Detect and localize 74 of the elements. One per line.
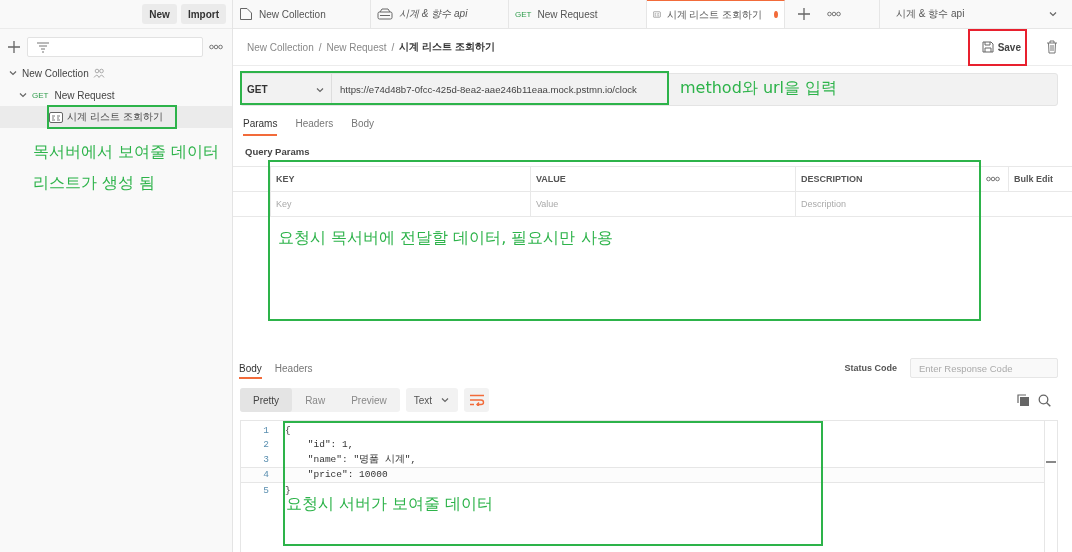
environment-label: 시계 & 향수 api [896, 7, 965, 21]
column-header: VALUE [530, 166, 796, 192]
filter-field[interactable] [27, 37, 203, 57]
item-label: New Collection [22, 67, 89, 79]
tab-label: 시계 & 향수 api [399, 7, 468, 21]
response-tab[interactable]: Headers [274, 362, 313, 374]
breadcrumb-link[interactable]: New Request [326, 41, 387, 53]
request-tab[interactable]: Params [243, 118, 278, 136]
breadcrumb-separator: / [318, 41, 322, 53]
more-icon[interactable] [986, 176, 1000, 182]
request-tab[interactable]: Body [351, 118, 375, 134]
chevron-down-icon[interactable] [1048, 9, 1058, 19]
wrap-button[interactable] [464, 388, 490, 412]
code-line: } [285, 484, 291, 496]
chevron-down-icon[interactable] [8, 68, 18, 78]
environment-dropdown[interactable]: 시계 & 향수 api [880, 0, 1072, 28]
more-icon[interactable] [827, 11, 841, 17]
method-label: GET [32, 90, 49, 100]
tab-label: New Request [537, 8, 598, 20]
plus-icon[interactable] [7, 40, 21, 54]
status-code-label: Status Code [844, 363, 897, 373]
import-button[interactable]: Import [180, 4, 226, 24]
tree-item[interactable]: New Collection [0, 62, 232, 84]
scrollbar[interactable] [1044, 421, 1057, 552]
search-icon[interactable] [1038, 393, 1051, 407]
annotation-note: 요청시 목서버에 전달할 데이터, 필요시만 사용 [278, 228, 613, 249]
line-number: 5 [262, 484, 270, 496]
save-icon [981, 41, 994, 53]
view-button[interactable]: Pretty [240, 388, 293, 412]
bulk-edit-button[interactable]: Bulk Edit [1008, 166, 1072, 192]
annotation-note: 리스트가 생성 됨 [33, 173, 156, 194]
code-line: "id": 1, [306, 439, 354, 451]
column-header: KEY [270, 166, 531, 192]
response-tab[interactable]: Body [239, 362, 262, 379]
wrap-lines-icon [468, 394, 485, 406]
new-button[interactable]: New [142, 4, 177, 24]
unsaved-dot [774, 11, 778, 18]
line-number: 3 [262, 453, 270, 465]
tree-item[interactable]: 시계 리스트 조회하기 [0, 106, 232, 128]
breadcrumb-link[interactable]: New Collection [247, 41, 314, 53]
tab-label: New Collection [259, 8, 326, 20]
breadcrumb-current: 시계 리스트 조회하기 [399, 40, 495, 54]
code-line: "price": 10000 [306, 469, 388, 481]
editor-tab[interactable]: 시계 리스트 조회하기 [647, 0, 785, 28]
breadcrumb-separator: / [391, 41, 395, 53]
tab-label: 시계 리스트 조회하기 [666, 7, 763, 22]
more-icon[interactable] [209, 44, 223, 50]
item-label: 시계 리스트 조회하기 [67, 110, 163, 124]
format-dropdown[interactable]: Text [405, 388, 459, 412]
line-number: 2 [262, 439, 270, 451]
trash-icon[interactable] [1046, 40, 1058, 54]
item-label: New Request [54, 89, 115, 101]
save-button[interactable]: Save [981, 41, 1021, 53]
method-label: GET [515, 9, 532, 19]
folder-icon [239, 7, 253, 21]
editor-tab[interactable]: 시계 & 향수 api [371, 0, 509, 28]
filter-icon[interactable] [36, 41, 50, 53]
section-title: Query Params [244, 145, 311, 159]
line-number: 4 [262, 469, 270, 481]
code-line: { [285, 424, 291, 436]
server-icon [377, 8, 393, 20]
chevron-down-icon[interactable] [18, 90, 28, 100]
column-header: DESCRIPTION [795, 166, 981, 192]
code-line: "name": "명품 시계", [306, 452, 417, 466]
plus-icon[interactable] [797, 7, 811, 21]
chevron-down-icon[interactable] [440, 395, 451, 405]
tree-item[interactable]: GET New Request [0, 84, 232, 106]
editor-tab[interactable]: New Collection [233, 0, 371, 28]
annotation-note: 요청시 서버가 보여줄 데이터 [286, 494, 494, 515]
people-icon [92, 68, 105, 78]
request-tab[interactable]: Headers [295, 118, 334, 134]
copy-icon[interactable] [1017, 394, 1029, 406]
line-number: 1 [262, 424, 270, 436]
annotation-note: 목서버에서 보여줄 데이터 [33, 142, 220, 163]
